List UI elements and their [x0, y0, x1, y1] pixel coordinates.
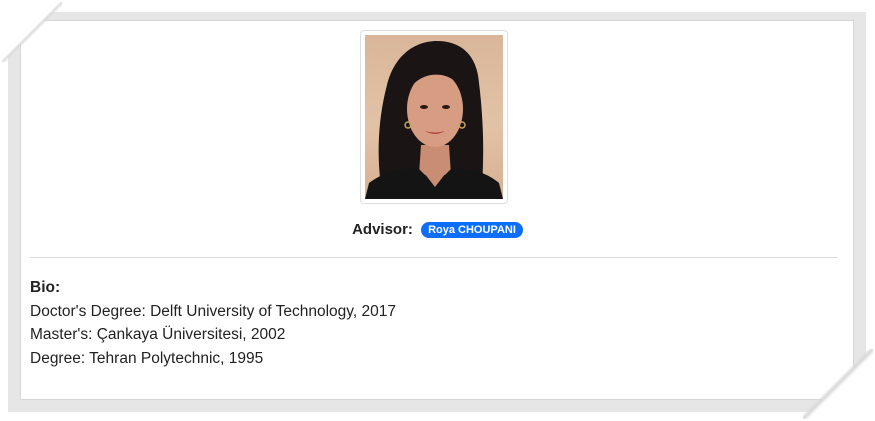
advisor-photo-frame	[360, 30, 508, 204]
advisor-label: Advisor:	[352, 221, 413, 238]
bio-line-masters: Master's: Çankaya Üniversitesi, 2002	[30, 326, 286, 343]
advisor-row: Advisor: Roya CHOUPANI	[0, 221, 875, 238]
advisor-photo	[365, 35, 503, 199]
bio-section: Bio: Doctor's Degree: Delft University o…	[30, 276, 830, 370]
page-curl-top-left	[2, 2, 62, 62]
advisor-name-badge[interactable]: Roya CHOUPANI	[421, 222, 523, 238]
advisor-portrait-image	[365, 41, 503, 199]
bio-line-degree: Degree: Tehran Polytechnic, 1995	[30, 349, 264, 367]
section-divider	[30, 257, 838, 258]
bio-heading: Bio:	[30, 279, 61, 296]
bio-line-doctorate: Doctor's Degree: Delft University of Tec…	[30, 302, 396, 320]
